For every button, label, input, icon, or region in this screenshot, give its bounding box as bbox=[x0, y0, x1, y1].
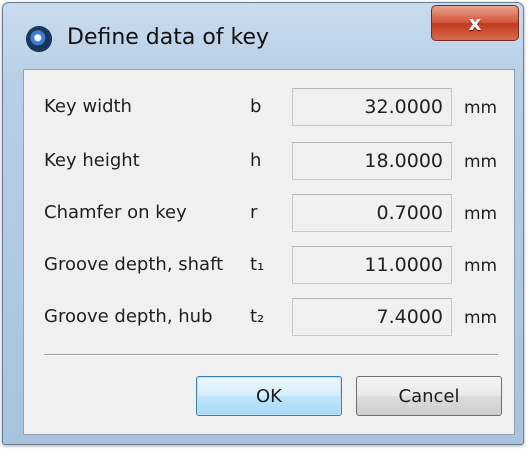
cancel-button[interactable]: Cancel bbox=[356, 376, 502, 416]
close-button[interactable]: x bbox=[431, 5, 519, 41]
window-title: Define data of key bbox=[67, 25, 270, 50]
groove-depth-shaft-field[interactable]: 11.0000 bbox=[292, 246, 452, 284]
chamfer-field[interactable]: 0.7000 bbox=[292, 194, 452, 232]
key-width-unit: mm bbox=[464, 98, 498, 118]
chamfer-symbol: r bbox=[250, 202, 258, 223]
key-width-label: Key width bbox=[44, 96, 132, 117]
key-width-row: Key width b 32.0000 mm bbox=[24, 88, 514, 128]
key-height-field[interactable]: 18.0000 bbox=[292, 142, 452, 180]
title-bar[interactable]: Define data of key x bbox=[3, 3, 523, 67]
key-height-unit: mm bbox=[464, 152, 498, 172]
groove-depth-shaft-symbol: t₁ bbox=[250, 254, 265, 275]
app-logo-icon bbox=[27, 27, 51, 51]
key-height-label: Key height bbox=[44, 150, 140, 171]
key-width-field[interactable]: 32.0000 bbox=[292, 88, 452, 126]
groove-depth-shaft-unit: mm bbox=[464, 256, 498, 276]
ok-button[interactable]: OK bbox=[196, 376, 342, 416]
groove-depth-hub-unit: mm bbox=[464, 308, 498, 328]
groove-depth-hub-row: Groove depth, hub t₂ 7.4000 mm bbox=[24, 298, 514, 338]
groove-depth-shaft-label: Groove depth, shaft bbox=[44, 254, 224, 275]
button-divider bbox=[44, 354, 498, 356]
key-height-symbol: h bbox=[250, 150, 262, 171]
dialog-content: Key width b 32.0000 mm Key height h 18.0… bbox=[23, 69, 515, 435]
key-width-symbol: b bbox=[250, 96, 262, 117]
chamfer-row: Chamfer on key r 0.7000 mm bbox=[24, 194, 514, 234]
chamfer-label: Chamfer on key bbox=[44, 202, 187, 223]
groove-depth-hub-label: Groove depth, hub bbox=[44, 306, 213, 327]
chamfer-unit: mm bbox=[464, 204, 498, 224]
groove-depth-hub-field[interactable]: 7.4000 bbox=[292, 298, 452, 336]
groove-depth-shaft-row: Groove depth, shaft t₁ 11.0000 mm bbox=[24, 246, 514, 286]
key-height-row: Key height h 18.0000 mm bbox=[24, 142, 514, 182]
close-icon: x bbox=[468, 11, 482, 35]
groove-depth-hub-symbol: t₂ bbox=[250, 306, 265, 327]
dialog-window: Define data of key x Key width b 32.0000… bbox=[2, 2, 524, 445]
